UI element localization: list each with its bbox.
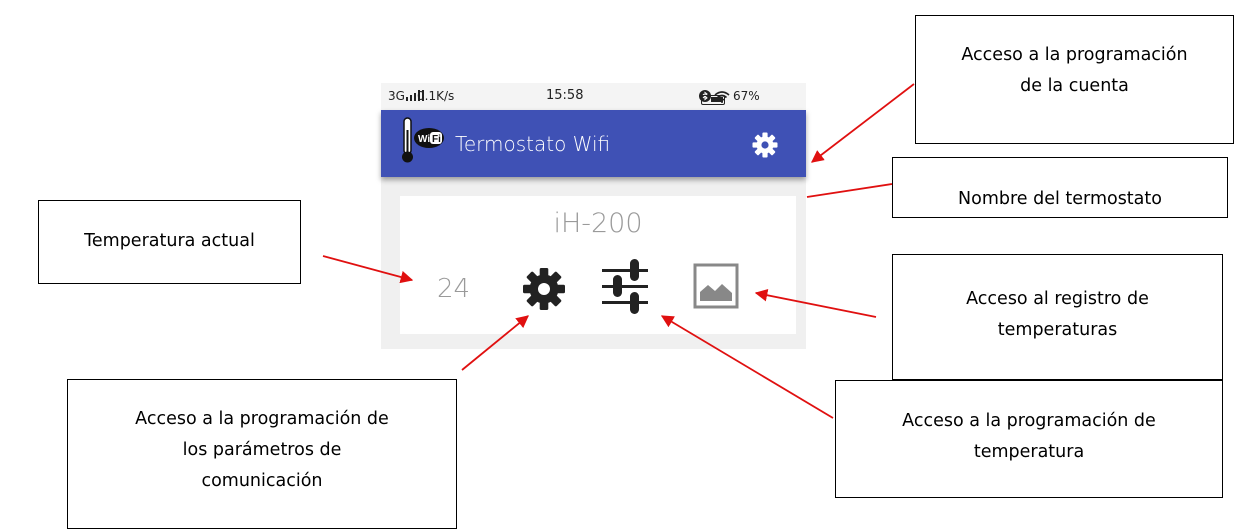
arrow-comm: [461, 315, 529, 371]
arrow-account: [810, 83, 915, 163]
arrow-temp-prog: [660, 315, 834, 419]
arrow-name: [806, 183, 893, 198]
arrow-log: [754, 289, 877, 318]
annotation-arrows: [322, 83, 915, 419]
arrow-current-temp: [322, 255, 414, 284]
